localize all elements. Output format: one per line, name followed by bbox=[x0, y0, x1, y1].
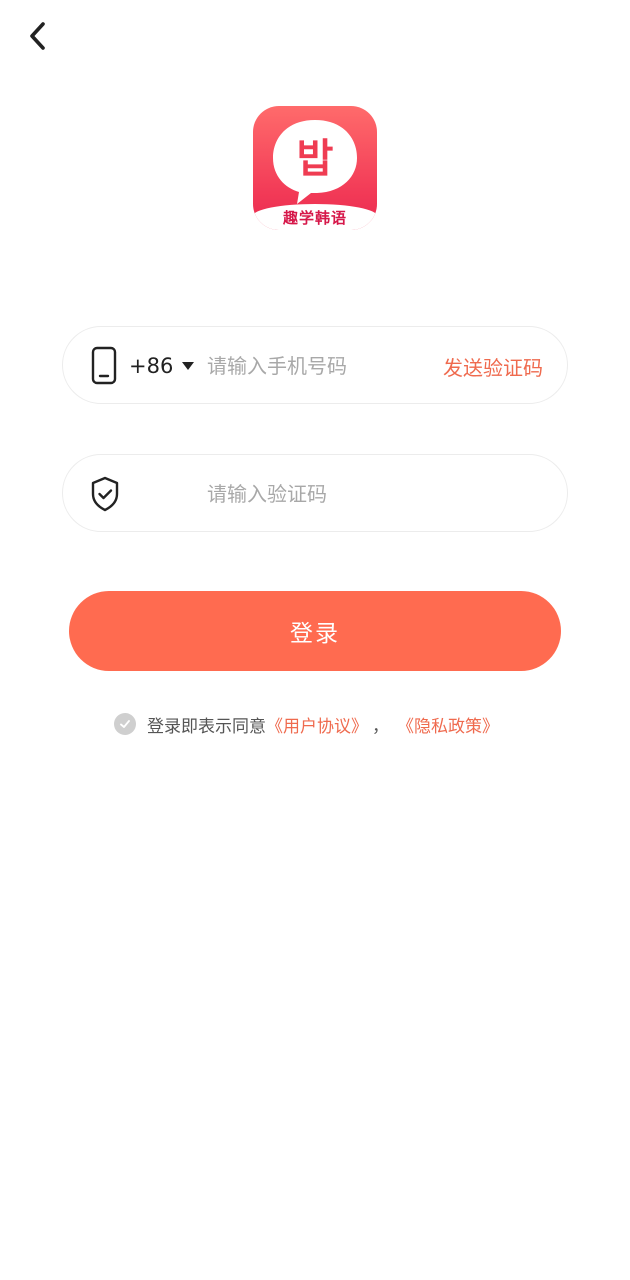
agreement-text: 登录即表示同意 bbox=[147, 716, 266, 737]
login-button[interactable]: 登录 bbox=[69, 591, 561, 671]
logo-glyph: 밥 bbox=[297, 136, 334, 182]
country-code-value: +86 bbox=[129, 354, 174, 378]
agreement-row: 登录即表示同意 《用户协议》 ， 《隐私政策》 bbox=[114, 710, 499, 738]
country-code-select[interactable]: +86 bbox=[129, 327, 195, 405]
app-logo: 밥 趣学韩语 bbox=[253, 106, 377, 230]
privacy-policy-link[interactable]: 《隐私政策》 bbox=[397, 712, 499, 737]
phone-input[interactable] bbox=[207, 346, 427, 386]
chevron-left-icon bbox=[30, 22, 45, 50]
user-agreement-link[interactable]: 《用户协议》 bbox=[266, 712, 368, 737]
shield-check-icon bbox=[91, 476, 119, 512]
phone-field: +86 发送验证码 bbox=[62, 326, 568, 404]
agreement-separator: ， bbox=[372, 716, 389, 737]
verification-code-field bbox=[62, 454, 568, 532]
send-code-button[interactable]: 发送验证码 bbox=[443, 327, 543, 405]
agreement-checkbox[interactable] bbox=[114, 713, 136, 735]
verification-code-input[interactable] bbox=[207, 474, 537, 514]
phone-icon bbox=[91, 346, 117, 385]
caret-down-icon bbox=[182, 362, 195, 370]
logo-caption: 趣学韩语 bbox=[253, 204, 377, 230]
check-icon bbox=[120, 720, 130, 728]
back-button[interactable] bbox=[18, 16, 58, 56]
